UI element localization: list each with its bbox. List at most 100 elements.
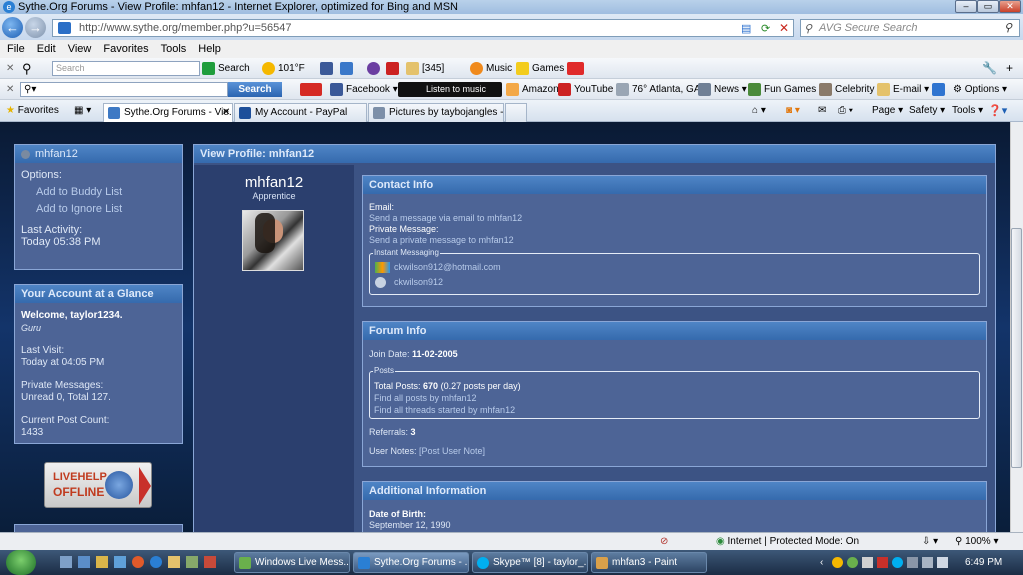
send-email-link[interactable]: Send a message via email to mhfan12 bbox=[369, 213, 980, 224]
quicklaunch-icon-1[interactable] bbox=[78, 556, 90, 568]
new-tab-button[interactable] bbox=[505, 103, 527, 122]
ie-icon[interactable] bbox=[150, 556, 162, 568]
menu-help[interactable]: Help bbox=[198, 43, 221, 55]
taskbar-ie[interactable]: Sythe.Org Forums - ... bbox=[353, 552, 469, 573]
menu-tools[interactable]: Tools bbox=[161, 43, 187, 55]
fun-games-button[interactable]: Fun Games ▾ bbox=[748, 79, 824, 100]
add-icon[interactable]: + bbox=[1006, 58, 1013, 79]
listen-to-music-button[interactable]: Listen to music bbox=[398, 82, 502, 97]
add-ignore-link[interactable]: Add to Ignore List bbox=[21, 201, 176, 218]
close-tab-icon[interactable]: ✕ bbox=[222, 104, 230, 121]
menu-favorites[interactable]: Favorites bbox=[103, 43, 148, 55]
send-pm-link[interactable]: Send a private message to mhfan12 bbox=[369, 235, 980, 246]
news-button[interactable]: News ▾ bbox=[698, 79, 747, 100]
close-toolbar-icon[interactable]: ✕ bbox=[6, 58, 14, 79]
avg-search-box[interactable]: ⚲ AVG Secure Search ⚲ bbox=[800, 19, 1020, 37]
tools-menu[interactable]: Tools ▾ bbox=[952, 100, 983, 121]
mail-icon[interactable] bbox=[340, 58, 356, 79]
add-buddy-link[interactable]: Add to Buddy List bbox=[21, 184, 176, 201]
tab-sythe[interactable]: Sythe.Org Forums - Vie... ✕ bbox=[103, 103, 233, 122]
quicklaunch-icon-4[interactable] bbox=[186, 556, 198, 568]
minimize-button[interactable]: – bbox=[955, 0, 977, 13]
toolbar-search-input[interactable]: Search bbox=[52, 61, 200, 76]
search-icon[interactable]: ⚲ bbox=[22, 58, 32, 79]
back-button[interactable]: ← bbox=[2, 17, 23, 38]
address-bar[interactable]: http://www.sythe.org/member.php?u=56547 … bbox=[52, 19, 794, 37]
tray-icon-3[interactable] bbox=[862, 557, 873, 568]
find-threads-link[interactable]: Find all threads started by mhfan12 bbox=[374, 404, 521, 416]
livehelp-badge[interactable]: LIVEHELP OFFLINE bbox=[44, 462, 152, 508]
close-toolbar-icon[interactable]: ✕ bbox=[6, 79, 14, 100]
search-go-icon[interactable]: ⚲ bbox=[1004, 20, 1012, 36]
chrome-icon[interactable] bbox=[132, 556, 144, 568]
scrollbar-thumb[interactable] bbox=[1011, 228, 1022, 468]
quicklaunch-icon-2[interactable] bbox=[114, 556, 126, 568]
forward-button[interactable]: → bbox=[25, 17, 46, 38]
tray-icon-4[interactable] bbox=[877, 557, 888, 568]
more-icon[interactable] bbox=[932, 79, 948, 100]
page-action-icon[interactable]: ⇩ ▾ bbox=[922, 533, 938, 550]
read-mail-icon[interactable]: ✉ bbox=[818, 100, 826, 121]
messenger-icon[interactable] bbox=[367, 58, 383, 79]
tray-icon-2[interactable] bbox=[847, 557, 858, 568]
blocked-icon[interactable]: ⊘ bbox=[660, 533, 668, 550]
feeds-icon[interactable]: ◙ ▾ bbox=[786, 100, 800, 121]
post-user-note-link[interactable]: [Post User Note] bbox=[419, 446, 485, 456]
celebrity-button[interactable]: Celebrity ▾ bbox=[819, 79, 882, 100]
favorites-button[interactable]: ★ Favorites bbox=[6, 100, 59, 121]
network-icon[interactable] bbox=[922, 557, 933, 568]
stop-icon[interactable]: ✕ bbox=[779, 20, 789, 36]
page-menu[interactable]: Page ▾ bbox=[872, 100, 903, 121]
skype-name[interactable]: ckwilson912 bbox=[394, 277, 443, 287]
email-button[interactable]: E-mail ▾ bbox=[877, 79, 929, 100]
taskbar-skype[interactable]: Skype™ [8] - taylor_... bbox=[472, 552, 588, 573]
taskbar-messenger[interactable]: Windows Live Mess... bbox=[234, 552, 350, 573]
taskbar-paint[interactable]: mhfan3 - Paint bbox=[591, 552, 707, 573]
compat-view-icon[interactable]: ▤ bbox=[741, 21, 751, 37]
youtube-icon[interactable] bbox=[386, 58, 402, 79]
wrench-icon[interactable]: 🔧 bbox=[982, 58, 997, 79]
games-button[interactable]: Games bbox=[516, 58, 564, 79]
protected-mode-status[interactable]: ◉ Internet | Protected Mode: On bbox=[716, 533, 859, 550]
folder-icon[interactable] bbox=[96, 556, 108, 568]
safety-menu[interactable]: Safety ▾ bbox=[909, 100, 945, 121]
tray-icon-5[interactable] bbox=[892, 557, 903, 568]
cb-icon[interactable] bbox=[567, 58, 587, 79]
music-button[interactable]: Music bbox=[470, 58, 512, 79]
quick-tabs-icon[interactable]: ▦ ▾ bbox=[74, 100, 91, 121]
menu-edit[interactable]: Edit bbox=[37, 43, 56, 55]
toolbar-search-button[interactable]: Search bbox=[202, 58, 250, 79]
toolbar2-search-button[interactable]: Search bbox=[228, 82, 282, 97]
menu-view[interactable]: View bbox=[68, 43, 92, 55]
zoom-control[interactable]: ⚲ 100% ▾ bbox=[955, 533, 999, 550]
facebook-icon[interactable] bbox=[320, 58, 336, 79]
msn-address[interactable]: ckwilson912@hotmail.com bbox=[394, 262, 501, 272]
tray-expand-icon[interactable]: ‹ bbox=[820, 550, 823, 575]
maximize-button[interactable]: ▭ bbox=[977, 0, 999, 13]
menu-file[interactable]: File bbox=[7, 43, 25, 55]
toolbar2-search-input[interactable]: ⚲▾ bbox=[20, 82, 228, 97]
facebook-button[interactable]: Facebook ▾ bbox=[330, 79, 398, 100]
weather-button[interactable]: 101°F bbox=[262, 58, 305, 79]
mail-count-button[interactable]: [345] bbox=[406, 58, 444, 79]
quicklaunch-icon-5[interactable] bbox=[204, 556, 216, 568]
amazon-button[interactable]: Amazon bbox=[506, 79, 559, 100]
home-icon[interactable]: ⌂ ▾ bbox=[752, 100, 766, 121]
volume-icon[interactable] bbox=[937, 557, 948, 568]
tab-paypal[interactable]: My Account - PayPal bbox=[234, 103, 367, 122]
start-button[interactable] bbox=[6, 550, 36, 575]
clock[interactable]: 6:49 PM bbox=[965, 550, 1002, 575]
youtube-button[interactable]: YouTube bbox=[558, 79, 613, 100]
ask-icon[interactable] bbox=[300, 79, 325, 100]
weather-button[interactable]: 76° Atlanta, GA ▾ bbox=[616, 79, 708, 100]
options-button[interactable]: ⚙ Options ▾ bbox=[953, 79, 1007, 100]
print-icon[interactable]: ⎙ ▾ bbox=[838, 100, 853, 121]
show-desktop-icon[interactable] bbox=[60, 556, 72, 568]
tray-icon-6[interactable] bbox=[907, 557, 918, 568]
tab-pictures[interactable]: Pictures by taybojangles - ... bbox=[368, 103, 504, 122]
tray-icon-1[interactable] bbox=[832, 557, 843, 568]
close-window-button[interactable]: ✕ bbox=[999, 0, 1021, 13]
refresh-icon[interactable]: ⟳ bbox=[761, 21, 770, 37]
find-posts-link[interactable]: Find all posts by mhfan12 bbox=[374, 392, 521, 404]
quicklaunch-icon-3[interactable] bbox=[168, 556, 180, 568]
